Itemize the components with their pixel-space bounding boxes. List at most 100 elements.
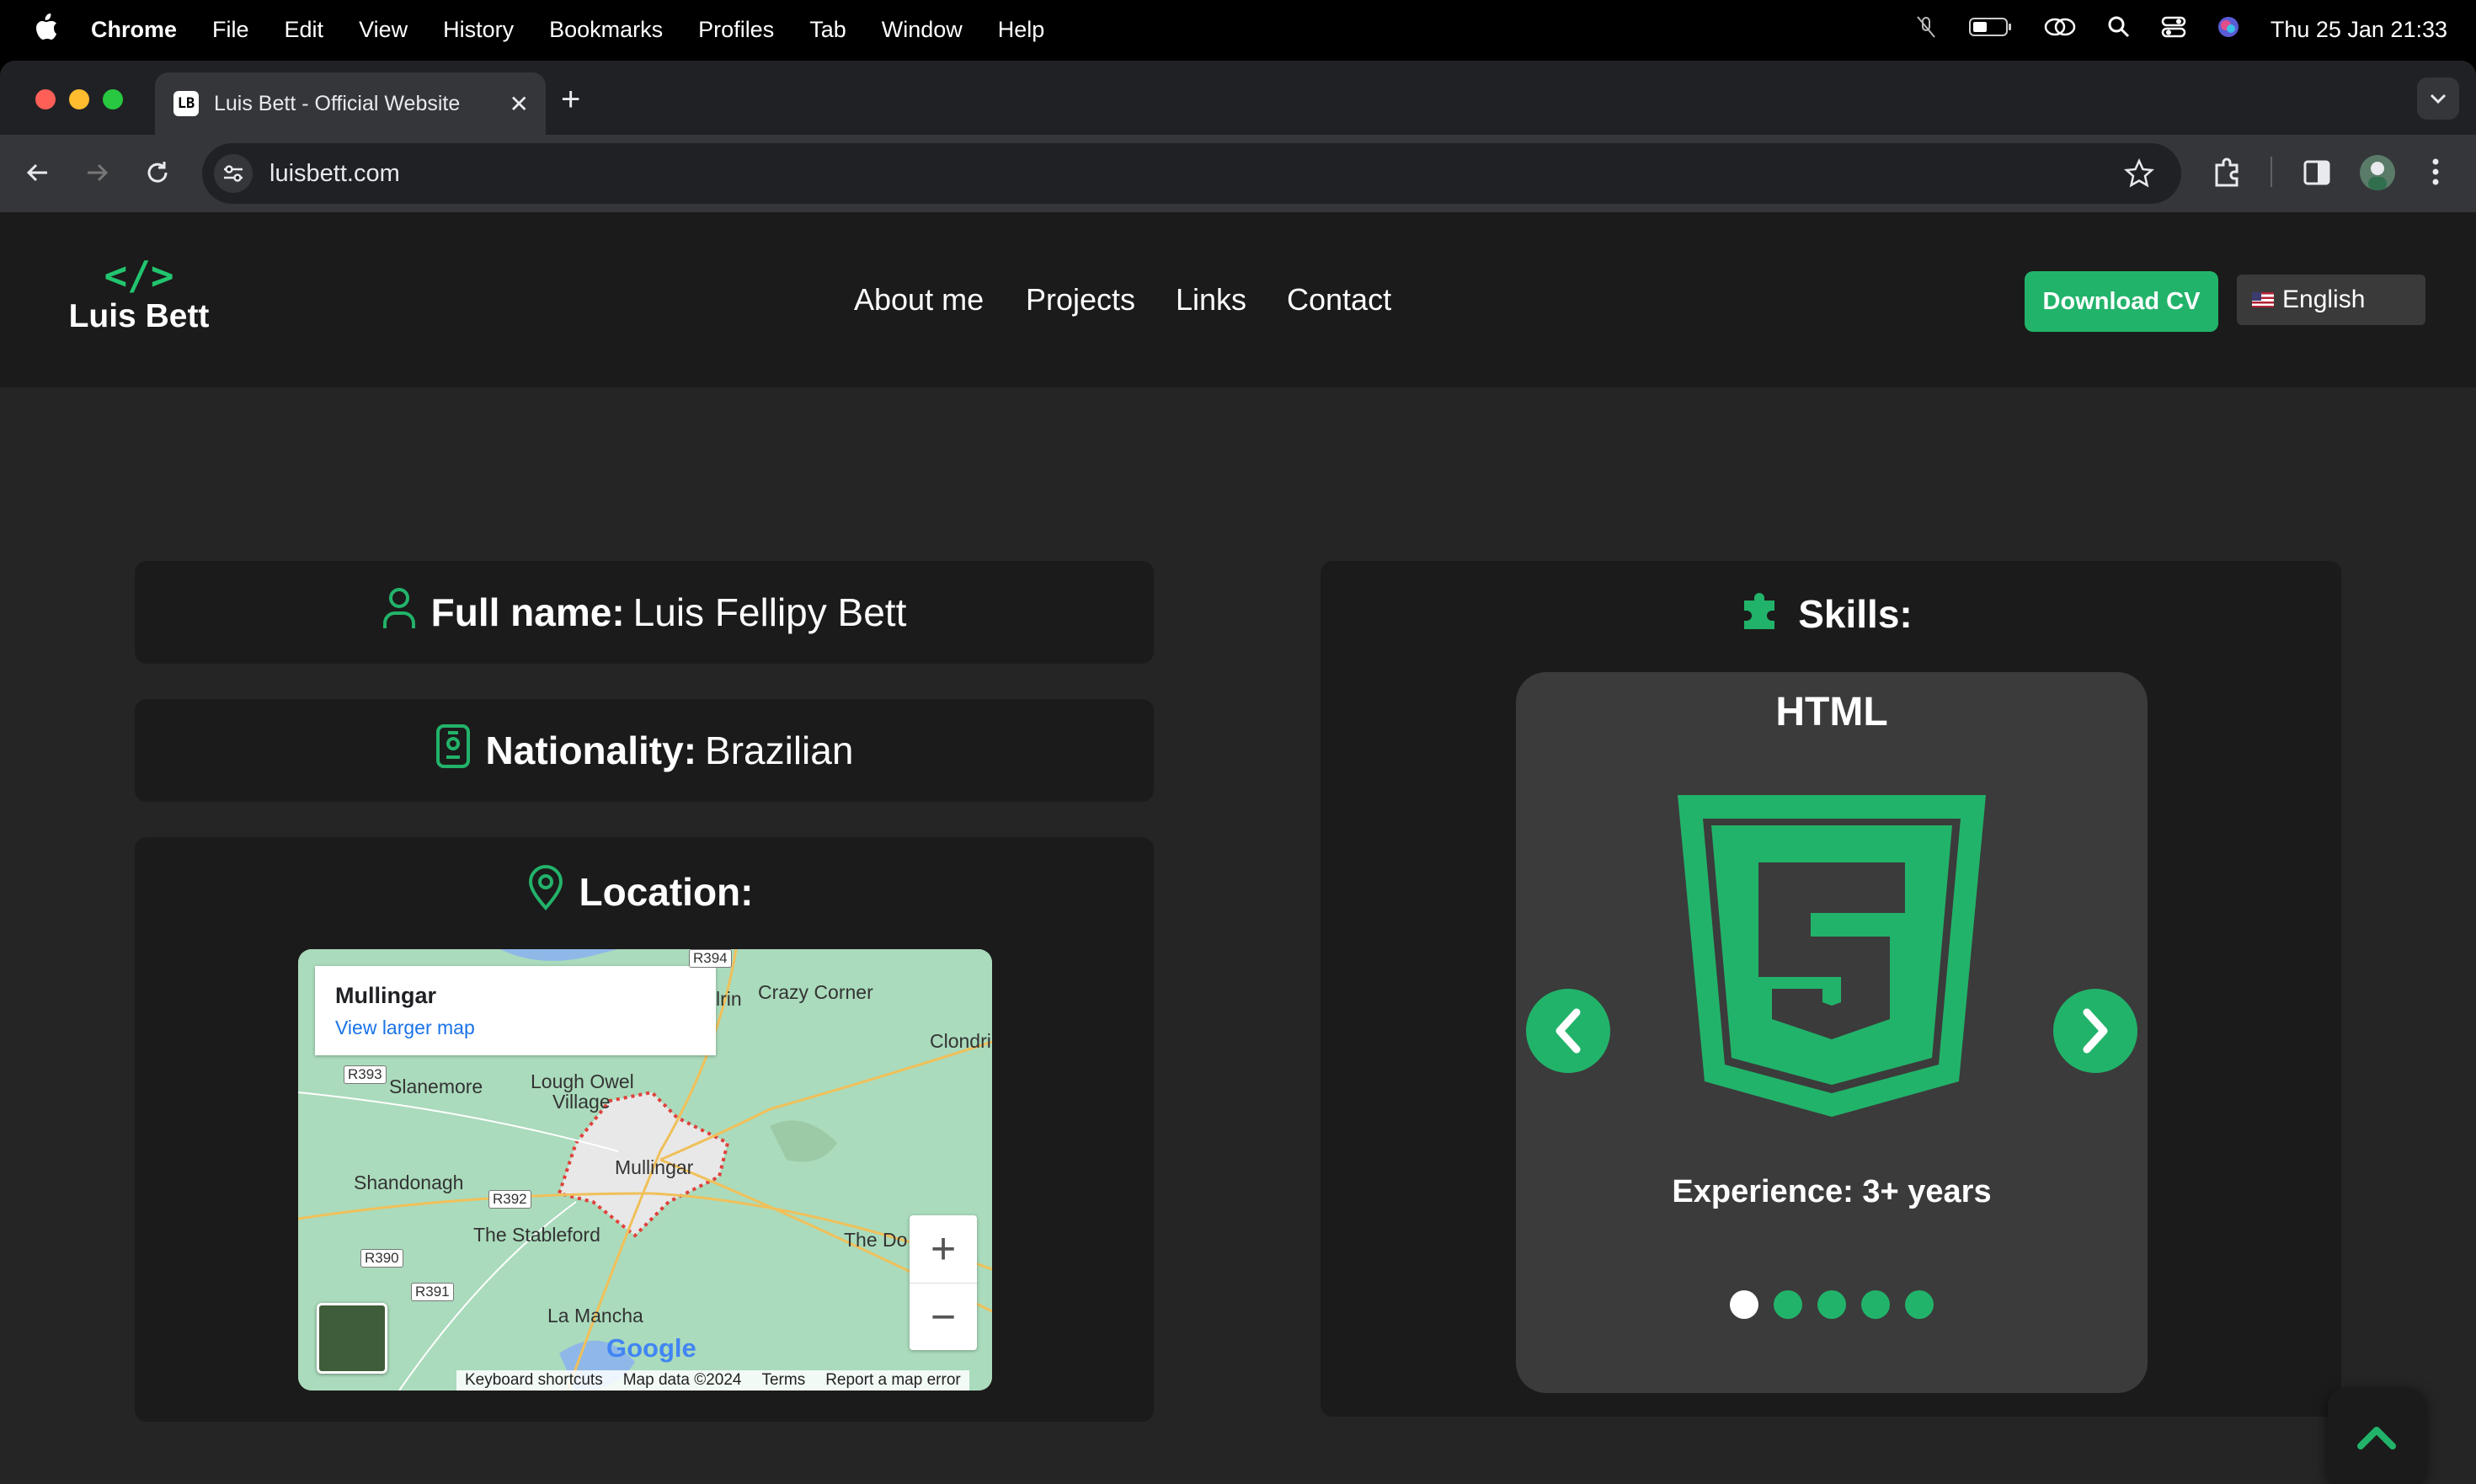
code-icon: </> <box>104 253 174 298</box>
site-favicon: LB <box>173 91 199 116</box>
map-label: Lough Owel <box>531 1070 634 1092</box>
skills-title: Skills: <box>1798 592 1913 636</box>
menu-profiles[interactable]: Profiles <box>698 17 774 43</box>
back-arrow-icon[interactable] <box>24 158 52 191</box>
minimize-window-button[interactable] <box>69 89 89 109</box>
nationality-label: Nationality: <box>485 729 697 772</box>
road-marker: R391 <box>411 1283 454 1301</box>
site-info-icon[interactable] <box>214 154 253 193</box>
nationality-card: Nationality: Brazilian <box>135 699 1154 802</box>
close-window-button[interactable] <box>35 89 56 109</box>
menu-history[interactable]: History <box>443 17 514 43</box>
report-map-error-link[interactable]: Report a map error <box>825 1371 961 1390</box>
tab-title: Luis Bett - Official Website <box>214 91 461 115</box>
language-select[interactable]: English <box>2237 275 2425 325</box>
full-name-value: Luis Fellipy Bett <box>632 590 907 634</box>
map-label: Village <box>552 1091 611 1113</box>
map-label: Slanemore <box>389 1076 483 1097</box>
google-logo: Google <box>606 1333 696 1363</box>
site-logo[interactable]: </> Luis Bett <box>67 256 211 335</box>
nav-about-me[interactable]: About me <box>854 212 984 387</box>
map-pin-icon <box>527 864 564 920</box>
map-info-card: Mullingar View larger map <box>315 966 716 1055</box>
menu-bookmarks[interactable]: Bookmarks <box>549 17 663 43</box>
map-footer: Keyboard shortcuts Map data ©2024 Terms … <box>456 1370 969 1391</box>
carousel-dot[interactable] <box>1905 1290 1934 1319</box>
nav-projects[interactable]: Projects <box>1026 212 1135 387</box>
terms-link[interactable]: Terms <box>761 1371 805 1390</box>
carousel-dot[interactable] <box>1774 1290 1802 1319</box>
app-menu[interactable]: Chrome <box>91 17 177 43</box>
keyboard-shortcuts-link[interactable]: Keyboard shortcuts <box>465 1371 603 1390</box>
satellite-toggle[interactable] <box>317 1303 387 1374</box>
mic-off-icon[interactable] <box>1913 14 1939 45</box>
location-label: Location: <box>579 870 754 914</box>
control-center-icon[interactable] <box>2161 15 2186 45</box>
chevron-left-icon <box>1556 1008 1581 1054</box>
profile-avatar[interactable] <box>2360 155 2395 190</box>
siri-icon[interactable] <box>2217 15 2240 45</box>
download-cv-button[interactable]: Download CV <box>2025 271 2218 332</box>
forward-arrow-icon[interactable] <box>83 158 111 191</box>
zoom-window-button[interactable] <box>103 89 123 109</box>
map-label: Shandonagh <box>354 1172 464 1193</box>
spotlight-search-icon[interactable] <box>2107 15 2131 45</box>
scroll-to-top-button[interactable] <box>2328 1388 2425 1484</box>
road-marker: R394 <box>689 949 732 968</box>
carousel-dot[interactable] <box>1730 1290 1758 1319</box>
extensions-icon[interactable] <box>2210 155 2244 193</box>
language-label: English <box>2282 286 2366 313</box>
apple-icon[interactable] <box>34 12 59 46</box>
nationality-value: Brazilian <box>705 729 854 772</box>
map-label: lrin <box>716 988 742 1010</box>
web-page: </> Luis Bett About me Projects Links Co… <box>0 212 2476 1484</box>
menu-tab[interactable]: Tab <box>809 17 846 43</box>
nav-links[interactable]: Links <box>1176 212 1246 387</box>
carousel-prev-button[interactable] <box>1526 989 1610 1073</box>
tab-search-button[interactable] <box>2417 77 2459 120</box>
logo-name: Luis Bett <box>68 298 210 334</box>
view-larger-map-link[interactable]: View larger map <box>335 1017 475 1039</box>
reload-icon[interactable] <box>143 158 172 191</box>
puzzle-piece-icon <box>1741 589 1783 640</box>
menu-view[interactable]: View <box>359 17 408 43</box>
zoom-out-button[interactable]: − <box>910 1284 977 1350</box>
carousel-next-button[interactable] <box>2053 989 2137 1073</box>
address-bar[interactable]: luisbett.com <box>202 143 2181 204</box>
macos-menu-bar: Chrome File Edit View History Bookmarks … <box>0 0 2476 59</box>
map-label: La Mancha <box>547 1305 643 1327</box>
map-label: Clondri <box>930 1030 991 1052</box>
browser-toolbar: luisbett.com <box>0 135 2476 212</box>
chevron-right-icon <box>2083 1008 2108 1054</box>
full-name-label: Full name: <box>430 590 625 634</box>
site-navbar: </> Luis Bett About me Projects Links Co… <box>0 212 2476 387</box>
active-tab[interactable]: LB Luis Bett - Official Website ✕ <box>155 72 546 135</box>
close-tab-icon[interactable]: ✕ <box>510 90 529 118</box>
battery-icon[interactable] <box>1968 16 2013 44</box>
nav-contact[interactable]: Contact <box>1287 212 1391 387</box>
menu-window[interactable]: Window <box>882 17 963 43</box>
map-label: The Do <box>844 1229 908 1251</box>
new-tab-button[interactable]: + <box>561 83 580 116</box>
side-panel-icon[interactable] <box>2303 158 2331 191</box>
id-badge-icon <box>435 723 471 778</box>
user-icon <box>382 586 416 639</box>
browser-window: LB Luis Bett - Official Website ✕ + luis… <box>0 61 2476 1484</box>
map-place-name: Mullingar <box>335 983 436 1008</box>
map-label: The Stableford <box>473 1224 600 1246</box>
menu-edit[interactable]: Edit <box>285 17 324 43</box>
menu-help[interactable]: Help <box>998 17 1045 43</box>
url-text: luisbett.com <box>269 159 400 187</box>
bookmark-star-icon[interactable] <box>2123 157 2155 193</box>
more-menu-icon[interactable] <box>2431 155 2441 193</box>
menu-file[interactable]: File <box>212 17 249 43</box>
screen-mirror-icon[interactable] <box>2043 15 2077 45</box>
chevron-down-icon <box>2430 93 2447 104</box>
us-flag-icon <box>2252 292 2274 307</box>
carousel-dot[interactable] <box>1817 1290 1846 1319</box>
menu-clock[interactable]: Thu 25 Jan 21:33 <box>2271 17 2447 43</box>
zoom-in-button[interactable]: + <box>910 1215 977 1284</box>
carousel-dot[interactable] <box>1861 1290 1890 1319</box>
road-marker: R392 <box>488 1190 531 1209</box>
google-map-embed[interactable]: Mullingar View larger map Crazy Corner C… <box>298 949 992 1391</box>
